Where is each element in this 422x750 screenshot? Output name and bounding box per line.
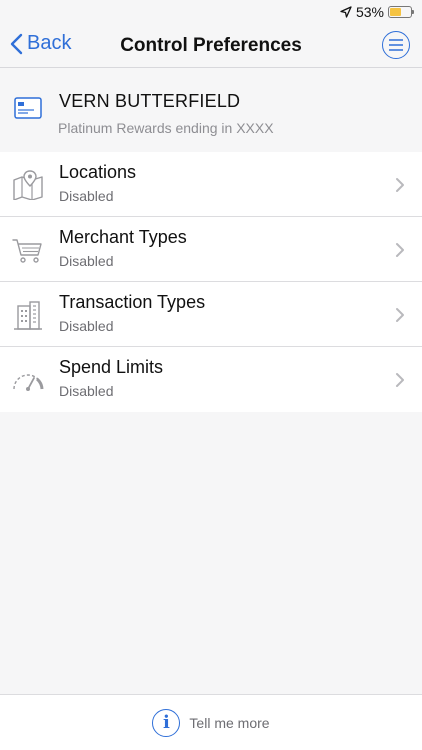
battery-fill xyxy=(390,8,401,16)
list-item-status: Disabled xyxy=(59,188,114,204)
menu-button[interactable] xyxy=(382,31,410,59)
chevron-right-icon xyxy=(396,178,404,192)
chevron-right-icon xyxy=(396,308,404,322)
list-item-title: Locations xyxy=(59,162,137,182)
buildings-icon xyxy=(14,301,42,330)
status-bar: 53% xyxy=(0,0,422,24)
battery-icon xyxy=(388,6,414,18)
card-description: Platinum Rewards ending in XXXX xyxy=(58,120,274,136)
shopping-cart-icon xyxy=(12,239,42,263)
chevron-right-icon xyxy=(396,373,404,387)
preferences-list: Locations Disabled Merchant Types Disabl… xyxy=(0,152,422,412)
map-pin-icon xyxy=(13,170,43,200)
cardholder-name: VERN BUTTERFIELD xyxy=(59,91,241,111)
credit-card-icon xyxy=(14,97,42,119)
list-item-status: Disabled xyxy=(59,383,114,399)
hamburger-menu-icon xyxy=(389,39,403,51)
list-item-merchant-types[interactable]: Merchant Types Disabled xyxy=(0,217,422,282)
page-title: Control Preferences xyxy=(120,35,302,56)
list-item-title: Merchant Types xyxy=(59,227,187,247)
card-summary: VERN BUTTERFIELD Platinum Rewards ending… xyxy=(0,69,422,151)
tell-me-more-button[interactable]: i Tell me more xyxy=(0,694,422,750)
list-item-title: Transaction Types xyxy=(59,292,206,312)
list-item-locations[interactable]: Locations Disabled xyxy=(0,152,422,217)
chevron-right-icon xyxy=(396,243,404,257)
info-icon: i xyxy=(152,708,181,737)
list-item-title: Spend Limits xyxy=(59,357,164,377)
list-item-spend-limits[interactable]: Spend Limits Disabled xyxy=(0,347,422,412)
list-item-transaction-types[interactable]: Transaction Types Disabled xyxy=(0,282,422,347)
speedometer-icon xyxy=(13,374,44,391)
navigation-bar: Back Control Preferences xyxy=(0,24,422,68)
tell-me-more-label: Tell me more xyxy=(189,714,270,731)
location-arrow-icon xyxy=(340,6,352,18)
battery-percent: 53% xyxy=(355,4,384,20)
list-item-status: Disabled xyxy=(59,253,114,269)
list-item-status: Disabled xyxy=(59,318,114,334)
